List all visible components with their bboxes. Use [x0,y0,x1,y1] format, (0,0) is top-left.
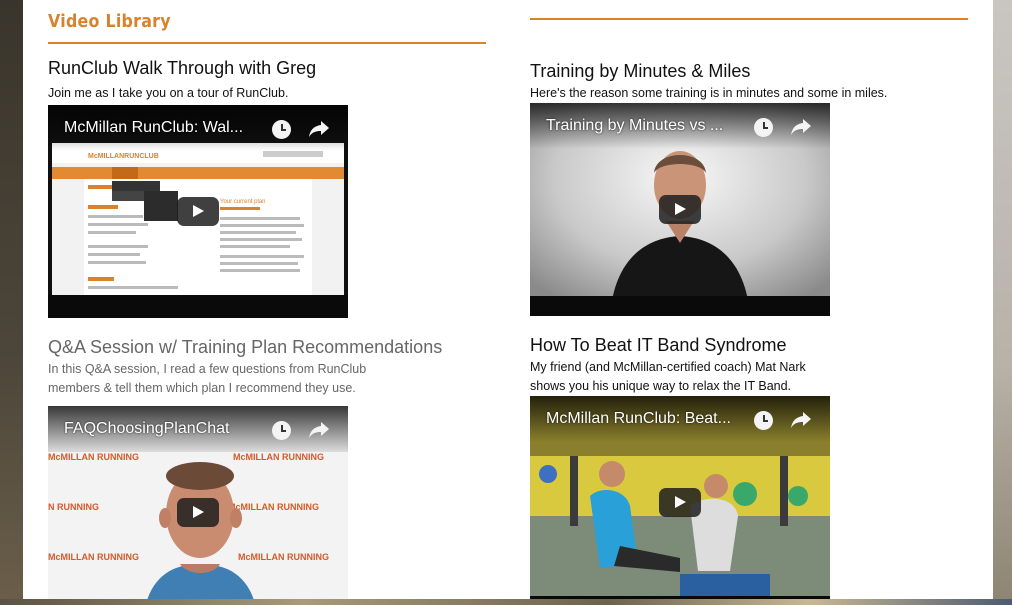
clock-icon[interactable] [754,118,773,137]
page-background-left [0,0,23,605]
play-icon[interactable] [177,498,219,527]
section-divider [530,18,968,20]
video-player[interactable]: Training by Minutes vs ... [530,103,830,316]
section-divider [48,42,486,44]
video-description-line: shows you his unique way to relax the IT… [530,379,792,393]
video-title: RunClub Walk Through with Greg [48,58,317,78]
video-description: In this Q&A session, I read a few questi… [48,360,366,398]
clock-icon[interactable] [754,411,773,430]
play-icon[interactable] [177,197,219,226]
thumbnail-backdrop-brand-text: McMILLAN RUNNING [233,452,324,462]
clock-icon[interactable] [272,120,291,139]
share-arrow-icon[interactable] [308,119,330,139]
video-description-line: members & tell them which plan I recomme… [48,381,356,395]
video-player[interactable]: McMILLAN RUNNING McMILLAN RUNNING McMILL… [48,406,348,599]
player-title-link[interactable]: FAQChoosingPlanChat [64,420,229,438]
thumbnail-plan-heading: Your current plan [220,199,265,205]
video-description: Here's the reason some training is in mi… [530,84,887,103]
video-description-line: Join me as I take you on a tour of RunCl… [48,86,289,100]
video-description: My friend (and McMillan-certified coach)… [530,358,806,396]
player-title-link[interactable]: McMillan RunClub: Beat... [546,410,731,428]
share-arrow-icon[interactable] [790,117,812,137]
section-title: Video Library [48,11,171,32]
player-title-link[interactable]: Training by Minutes vs ... [546,117,723,135]
video-description-line: In this Q&A session, I read a few questi… [48,362,367,376]
share-arrow-icon[interactable] [790,410,812,430]
thumbnail-backdrop-brand-text: McMILLAN RUNNING [48,452,139,462]
thumbnail-backdrop-brand-text: McMILLAN RUNNING [48,502,99,512]
clock-icon[interactable] [272,421,291,440]
video-description-line: My friend (and McMillan-certified coach)… [530,360,806,374]
thumbnail-backdrop-brand-text: McMILLAN RUNNING [238,552,329,562]
video-title: Q&A Session w/ Training Plan Recommendat… [48,337,443,357]
page-background-right [993,0,1012,605]
thumbnail-backdrop-brand-text: McMILLAN RUNNING [48,552,139,562]
video-description: Join me as I take you on a tour of RunCl… [48,84,288,103]
page-background-bottom [0,599,1012,605]
share-arrow-icon[interactable] [308,420,330,440]
video-description-line: Here's the reason some training is in mi… [530,86,888,100]
video-title: How To Beat IT Band Syndrome [530,335,787,355]
video-player[interactable]: McMILLANRUNCLUB Your current plan McMill… [48,105,348,318]
play-icon[interactable] [659,195,701,224]
video-player[interactable]: McMillan RunClub: Beat... [530,396,830,599]
video-title: Training by Minutes & Miles [530,61,751,81]
player-title-link[interactable]: McMillan RunClub: Wal... [64,119,243,137]
content-panel: Video Library RunClub Walk Through with … [23,0,993,599]
play-icon[interactable] [659,488,701,517]
thumbnail-backdrop-brand-text: McMILLAN RUNNING [228,502,319,512]
thumbnail-site-logo: McMILLANRUNCLUB [88,153,159,160]
